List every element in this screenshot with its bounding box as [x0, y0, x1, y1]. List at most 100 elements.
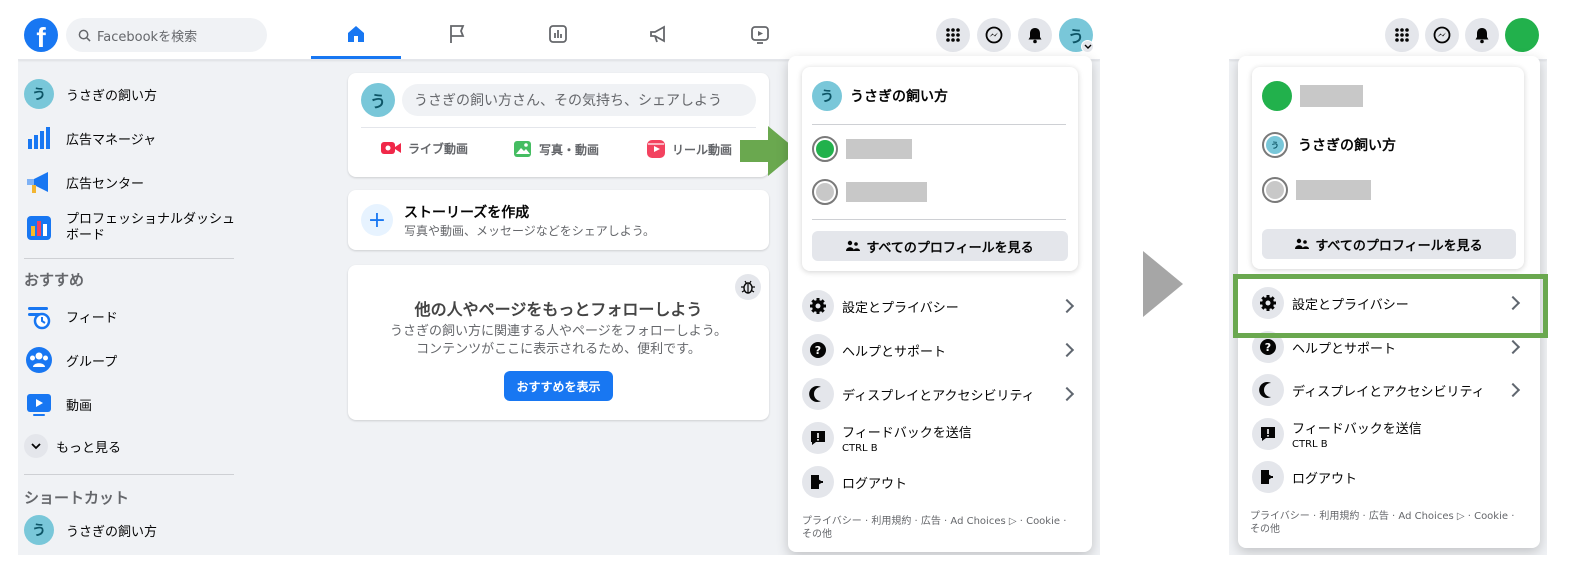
menu-item-feedback[interactable]: フィードバックを送信 CTRL B [802, 422, 1080, 454]
feedback-icon [1252, 418, 1284, 450]
footer-line: その他 [1250, 524, 1280, 535]
menu-item-settings[interactable]: 設定とプライバシー [802, 290, 1080, 322]
switch-profile-option[interactable] [812, 179, 927, 205]
moon-icon [1252, 374, 1284, 406]
left-sidebar: う うさぎの飼い方 広告マネージャ 広告センター プロフェッショナルダッシュボー… [24, 76, 244, 548]
sidebar-item-label: グループ [66, 354, 118, 370]
see-all-profiles-button[interactable]: すべてのプロフィールを見る [1262, 229, 1516, 259]
menu-item-display[interactable]: ディスプレイとアクセシビリティ [802, 378, 1080, 410]
sidebar-item-label: 広告マネージャ [66, 132, 157, 148]
sidebar-item-label: プロフェッショナルダッシュボード [66, 212, 236, 243]
switch-profile-icon [1262, 177, 1288, 203]
chevron-right-icon [1059, 386, 1075, 402]
menu-item-help[interactable]: ? ヘルプとサポート [802, 334, 1080, 366]
flag-icon [450, 25, 465, 43]
notifications-button[interactable] [1018, 18, 1052, 52]
menu-item-label: ログアウト [1292, 471, 1358, 487]
sidebar-item-video[interactable]: 動画 [24, 386, 244, 422]
menu-item-display[interactable]: ディスプレイとアクセシビリティ [1252, 374, 1526, 406]
live-video-button[interactable]: ライブ動画 [380, 139, 468, 157]
switch-profile-option[interactable] [812, 136, 912, 162]
messenger-button[interactable] [977, 18, 1011, 52]
menu-footer-links[interactable]: プライバシー · 利用規約 · 広告 · Ad Choices ▷ · Cook… [802, 515, 1082, 541]
sidebar-item-label: 動画 [66, 398, 93, 414]
menu-item-label: フィードバックを送信 [1292, 422, 1422, 437]
switch-profile-option[interactable] [1262, 177, 1371, 203]
menu-item-label: 設定とプライバシー [842, 300, 959, 316]
grid-icon [1395, 28, 1409, 42]
sidebar-item-profile[interactable]: う うさぎの飼い方 [24, 76, 244, 112]
photo-video-button[interactable]: 写真・動画 [513, 139, 599, 159]
active-tab-indicator [311, 56, 401, 59]
sidebar-item-feed[interactable]: フィード [24, 298, 244, 334]
switch-profile-icon [812, 179, 838, 205]
composer-input[interactable]: うさぎの飼い方さん、その気持ち、シェアしよう [402, 84, 756, 116]
notifications-button[interactable] [1465, 18, 1499, 52]
tab-home[interactable] [326, 14, 386, 54]
menu-item-label: ディスプレイとアクセシビリティ [1292, 384, 1485, 400]
menu-item-label: ログアウト [842, 476, 908, 492]
sidebar-item-ads-manager[interactable]: 広告マネージャ [24, 120, 244, 156]
grid-icon [946, 28, 960, 42]
divider [24, 258, 234, 259]
sidebar-more-button[interactable]: もっと見る [24, 428, 244, 464]
current-profile[interactable]: う うさぎの飼い方 [812, 81, 948, 111]
avatar: う [812, 81, 842, 111]
create-story-card[interactable]: + ストーリーズを作成 写真や動画、メッセージなどをシェアしよう。 [348, 190, 769, 250]
menu-grid-button[interactable] [1385, 18, 1419, 52]
video-play-icon [751, 26, 769, 44]
redacted-profile-name [1296, 180, 1371, 200]
follow-description-line2: コンテンツがここに表示されるため、便利です。 [416, 342, 701, 357]
top-navigation-bar: f Facebookを検索 う [18, 0, 1100, 60]
facebook-logo[interactable]: f [24, 18, 58, 52]
live-video-label: ライブ動画 [408, 141, 469, 156]
menu-item-logout[interactable]: ログアウト [802, 466, 1080, 498]
messenger-icon [985, 26, 1003, 44]
menu-footer-links[interactable]: プライバシー · 利用規約 · 広告 · Ad Choices ▷ · Cook… [1250, 510, 1536, 536]
next-step-arrow-icon [1143, 251, 1183, 317]
video-icon [27, 394, 51, 416]
show-recommendations-button[interactable]: おすすめを表示 [504, 371, 613, 401]
megaphone-icon [650, 25, 665, 43]
account-chevron-icon [1081, 40, 1094, 53]
menu-item-logout[interactable]: ログアウト [1252, 461, 1526, 493]
sidebar-item-professional-dashboard[interactable]: プロフェッショナルダッシュボード [24, 208, 244, 248]
profile-switcher-card: う うさぎの飼い方 すべてのプロフィールを見る [1252, 67, 1524, 269]
shortcuts-heading: ショートカット [24, 489, 130, 507]
sidebar-item-groups[interactable]: グループ [24, 342, 244, 378]
current-profile[interactable] [1262, 81, 1363, 111]
messenger-button[interactable] [1425, 18, 1459, 52]
sidebar-item-label: うさぎの飼い方 [66, 524, 158, 540]
sidebar-item-ad-center[interactable]: 広告センター [24, 164, 244, 200]
see-all-profiles-button[interactable]: すべてのプロフィールを見る [812, 231, 1068, 261]
bell-icon [1475, 27, 1489, 43]
menu-item-label: ヘルプとサポート [1292, 341, 1397, 357]
story-subtitle: 写真や動画、メッセージなどをシェアしよう。 [404, 224, 656, 238]
story-title: ストーリーズを作成 [404, 205, 530, 221]
tab-ads[interactable] [629, 14, 689, 54]
follow-suggestion-card: 他の人やページをもっとフォローしよう うさぎの飼い方に関連する人やページをフォロ… [348, 265, 769, 420]
chevron-right-icon [1505, 339, 1521, 355]
redacted-profile-name [1300, 85, 1363, 107]
bar-chart-icon [28, 127, 50, 149]
svg-text:?: ? [1265, 341, 1271, 354]
tab-insights[interactable] [528, 14, 588, 54]
account-avatar-button[interactable] [1505, 18, 1539, 52]
reel-icon [647, 140, 665, 158]
menu-item-feedback[interactable]: フィードバックを送信 CTRL B [1252, 418, 1526, 450]
sidebar-more-label: もっと見る [56, 440, 122, 456]
tab-video[interactable] [730, 14, 790, 54]
avatar: う [24, 79, 54, 109]
menu-grid-button[interactable] [936, 18, 970, 52]
avatar: う [24, 515, 54, 545]
people-icon [846, 240, 861, 251]
bell-icon [1028, 27, 1042, 43]
reel-button[interactable]: リール動画 [646, 139, 732, 159]
follow-description-line1: うさぎの飼い方に関連する人やページをフォローしよう。 [390, 324, 727, 339]
switch-profile-option[interactable]: う うさぎの飼い方 [1262, 132, 1396, 158]
feed-clock-icon [28, 307, 51, 330]
sidebar-item-shortcut[interactable]: う うさぎの飼い方 [24, 512, 244, 548]
dashboard-icon [27, 216, 51, 240]
search-input[interactable]: Facebookを検索 [66, 18, 267, 52]
tab-pages[interactable] [427, 14, 487, 54]
